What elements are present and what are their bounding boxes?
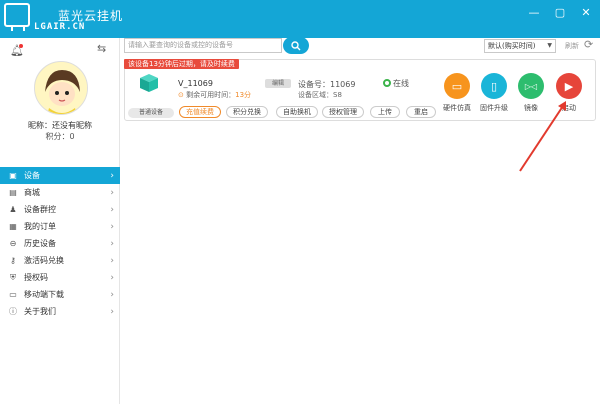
sidebar-item-activation[interactable]: ⚷ 激活码兑换 › bbox=[0, 252, 120, 269]
online-status: 在线 bbox=[383, 78, 409, 89]
notification-dot bbox=[19, 44, 23, 48]
play-icon: ▶ bbox=[564, 79, 574, 93]
search-icon bbox=[291, 40, 301, 50]
device-cube-icon bbox=[138, 72, 160, 94]
upload-button[interactable]: 上传 bbox=[370, 106, 400, 118]
sidebar-item-orders[interactable]: ▦ 我的订单 › bbox=[0, 218, 120, 235]
search-button[interactable] bbox=[283, 37, 309, 54]
shield-icon: ⛨ bbox=[10, 272, 16, 282]
chevron-right-icon: › bbox=[110, 289, 114, 300]
sidebar-item-label: 设备 bbox=[24, 171, 40, 180]
sidebar-item-label: 设备群控 bbox=[24, 205, 56, 214]
store-icon: ▤ bbox=[9, 188, 17, 197]
switch-account-icon[interactable]: ⇆ bbox=[97, 42, 106, 55]
sort-select[interactable]: 默认(购买时间) ▼ bbox=[484, 39, 556, 53]
status-dot-icon bbox=[383, 79, 391, 87]
chevron-right-icon: › bbox=[110, 187, 114, 198]
chevron-right-icon: › bbox=[110, 221, 114, 232]
points-exchange-button[interactable]: 积分兑换 bbox=[226, 106, 268, 118]
search-input[interactable]: 请输入要查询的设备或控的设备号 bbox=[124, 38, 282, 53]
device-region: 设备区域：S8 bbox=[298, 91, 342, 99]
hardware-emulation-label: 硬件仿真 bbox=[443, 104, 471, 112]
sidebar-menu: ▣ 设备 › ▤ 商城 › ♟ 设备群控 › ▦ 我的订单 › ⊖ 历史设备 ›… bbox=[0, 167, 120, 320]
sidebar-item-store[interactable]: ▤ 商城 › bbox=[0, 184, 120, 201]
minimize-button[interactable]: — bbox=[526, 6, 542, 19]
chevron-right-icon: › bbox=[110, 170, 114, 181]
sidebar-item-label: 关于我们 bbox=[24, 307, 56, 316]
key-icon: ⚷ bbox=[10, 256, 16, 265]
info-icon: ⓘ bbox=[9, 307, 17, 316]
sidebar-item-label: 商城 bbox=[24, 188, 40, 197]
points-text: 积分：0 bbox=[45, 132, 75, 141]
edit-button[interactable]: 编辑 bbox=[265, 79, 291, 88]
start-button[interactable]: ▶ bbox=[556, 73, 582, 99]
mirror-icon: ▷◁ bbox=[524, 81, 538, 91]
sidebar-item-auth-code[interactable]: ⛨ 授权码 › bbox=[0, 269, 120, 286]
sidebar: 🔔︎ ⇆ 昵称：还没有昵称 积分：0 ▣ 设备 › ▤ 商城 › ♟ 设备群控 … bbox=[0, 38, 120, 404]
caret-down-icon: ▼ bbox=[547, 42, 552, 49]
sidebar-item-device[interactable]: ▣ 设备 › bbox=[0, 167, 120, 184]
clock-icon: ⊙ bbox=[178, 91, 184, 99]
device-type-badge: 普通设备 bbox=[128, 108, 174, 118]
group-icon: ♟ bbox=[9, 205, 17, 214]
device-icon: ▣ bbox=[9, 171, 17, 180]
mirror-label: 镜像 bbox=[524, 104, 538, 112]
chevron-right-icon: › bbox=[110, 306, 114, 317]
maximize-button[interactable]: ▢ bbox=[552, 6, 568, 19]
sidebar-item-mobile-download[interactable]: ▭ 移动端下载 › bbox=[0, 286, 120, 303]
chevron-right-icon: › bbox=[110, 238, 114, 249]
self-swap-button[interactable]: 自助换机 bbox=[276, 106, 318, 118]
sidebar-item-label: 历史设备 bbox=[24, 239, 56, 248]
remaining-time: ⊙ 剩余可用时间：13分 bbox=[178, 90, 251, 100]
remaining-time-label: 剩余可用时间： bbox=[186, 91, 236, 99]
status-text: 在线 bbox=[393, 79, 409, 88]
sidebar-item-label: 我的订单 bbox=[24, 222, 56, 231]
chevron-right-icon: › bbox=[110, 272, 114, 283]
sidebar-item-history[interactable]: ⊖ 历史设备 › bbox=[0, 235, 120, 252]
close-button[interactable]: ✕ bbox=[578, 6, 594, 19]
firmware-upgrade-label: 固件升级 bbox=[480, 104, 508, 112]
app-subtitle: LGAIR.CN bbox=[34, 22, 86, 32]
avatar[interactable] bbox=[34, 61, 88, 115]
chevron-right-icon: › bbox=[110, 204, 114, 215]
refresh-label: 刷新 bbox=[565, 42, 579, 50]
sidebar-item-label: 激活码兑换 bbox=[24, 256, 64, 265]
auth-manage-button[interactable]: 授权管理 bbox=[322, 106, 364, 118]
sidebar-item-label: 移动端下载 bbox=[24, 290, 64, 299]
title-bar: 蓝光云挂机 LGAIR.CN — ▢ ✕ bbox=[0, 0, 600, 38]
window-controls: — ▢ ✕ bbox=[526, 6, 594, 19]
mirror-button[interactable]: ▷◁ bbox=[518, 73, 544, 99]
nickname-text: 昵称：还没有昵称 bbox=[28, 121, 92, 130]
sidebar-item-group-control[interactable]: ♟ 设备群控 › bbox=[0, 201, 120, 218]
monitor-icon: ▭ bbox=[451, 79, 463, 93]
hardware-emulation-button[interactable]: ▭ bbox=[444, 73, 470, 99]
sidebar-item-about[interactable]: ⓘ 关于我们 › bbox=[0, 303, 120, 320]
expire-notice-badge: 该设备13分钟后过期，请及时续费 bbox=[124, 59, 239, 69]
start-label: 启动 bbox=[562, 104, 576, 112]
sort-select-value: 默认(购买时间) bbox=[488, 42, 536, 50]
sidebar-item-label: 授权码 bbox=[24, 273, 48, 282]
phone-icon: ▯ bbox=[490, 79, 498, 93]
download-icon: ▭ bbox=[9, 290, 17, 299]
refresh-icon[interactable]: ⟳ bbox=[584, 38, 593, 51]
order-icon: ▦ bbox=[9, 222, 17, 231]
device-name: V_11069 bbox=[178, 79, 213, 88]
chevron-right-icon: › bbox=[110, 255, 114, 266]
remaining-time-value: 13分 bbox=[235, 91, 252, 99]
recharge-button[interactable]: 充值续费 bbox=[179, 106, 221, 118]
reboot-button[interactable]: 重启 bbox=[406, 106, 436, 118]
firmware-upgrade-button[interactable]: ▯ bbox=[481, 73, 507, 99]
history-icon: ⊖ bbox=[9, 239, 17, 248]
device-number: 设备号：11069 bbox=[298, 80, 356, 89]
app-logo-icon bbox=[4, 3, 30, 31]
